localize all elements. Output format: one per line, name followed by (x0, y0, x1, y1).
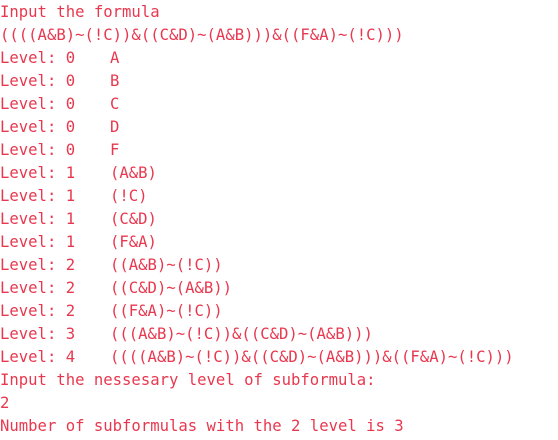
level-line: Level: 4 ((((A&B)~(!C))&((C&D)~(A&B)))&((… (0, 346, 558, 369)
result-line: Number of subformulas with the 2 level i… (0, 417, 404, 435)
subformula: C (110, 95, 120, 113)
level-label: Level: 4 (0, 348, 76, 366)
formula-input-echo: ((((A&B)~(!C))&((C&D)~(A&B)))&((F&A)~(!C… (0, 26, 404, 44)
subformula: (!C) (110, 187, 148, 205)
level-line: Level: 1 (C&D) (0, 208, 558, 231)
subformula: (C&D) (110, 210, 157, 228)
level-label: Level: 1 (0, 164, 76, 182)
level-line: Level: 1 (!C) (0, 185, 558, 208)
level-input-echo: 2 (0, 394, 10, 412)
subformula: ((A&B)~(!C)) (110, 256, 223, 274)
level-label: Level: 0 (0, 118, 76, 136)
level-line: Level: 0 C (0, 93, 558, 116)
formula-prompt: Input the formula (0, 3, 160, 21)
level-label: Level: 0 (0, 72, 76, 90)
level-label: Level: 0 (0, 49, 76, 67)
level-label: Level: 2 (0, 256, 76, 274)
subformula: D (110, 118, 120, 136)
subformula: A (110, 49, 120, 67)
subformula: F (110, 141, 120, 159)
subformula: ((((A&B)~(!C))&((C&D)~(A&B)))&((F&A)~(!C… (110, 348, 514, 366)
subformula: ((F&A)~(!C)) (110, 302, 223, 320)
level-line: Level: 1 (A&B) (0, 162, 558, 185)
level-line: Level: 1 (F&A) (0, 231, 558, 254)
level-label: Level: 3 (0, 325, 76, 343)
level-line: Level: 0 B (0, 70, 558, 93)
console-output: Input the formula ((((A&B)~(!C))&((C&D)~… (0, 0, 558, 440)
subformula: ((C&D)~(A&B)) (110, 279, 233, 297)
level-label: Level: 2 (0, 302, 76, 320)
level-line: Level: 2 ((F&A)~(!C)) (0, 300, 558, 323)
subformula: (A&B) (110, 164, 157, 182)
level-line: Level: 0 D (0, 116, 558, 139)
level-line: Level: 3 (((A&B)~(!C))&((C&D)~(A&B))) (0, 323, 558, 346)
level-label: Level: 1 (0, 210, 76, 228)
level-line: Level: 0 F (0, 139, 558, 162)
level-label: Level: 1 (0, 233, 76, 251)
subformula: B (110, 72, 120, 90)
level-label: Level: 2 (0, 279, 76, 297)
subformula: (F&A) (110, 233, 157, 251)
level-line: Level: 2 ((A&B)~(!C)) (0, 254, 558, 277)
level-label: Level: 0 (0, 141, 76, 159)
level-label: Level: 1 (0, 187, 76, 205)
level-line: Level: 2 ((C&D)~(A&B)) (0, 277, 558, 300)
subformula: (((A&B)~(!C))&((C&D)~(A&B))) (110, 325, 373, 343)
level-prompt: Input the nessesary level of subformula: (0, 371, 376, 389)
level-line: Level: 0 A (0, 47, 558, 70)
level-label: Level: 0 (0, 95, 76, 113)
